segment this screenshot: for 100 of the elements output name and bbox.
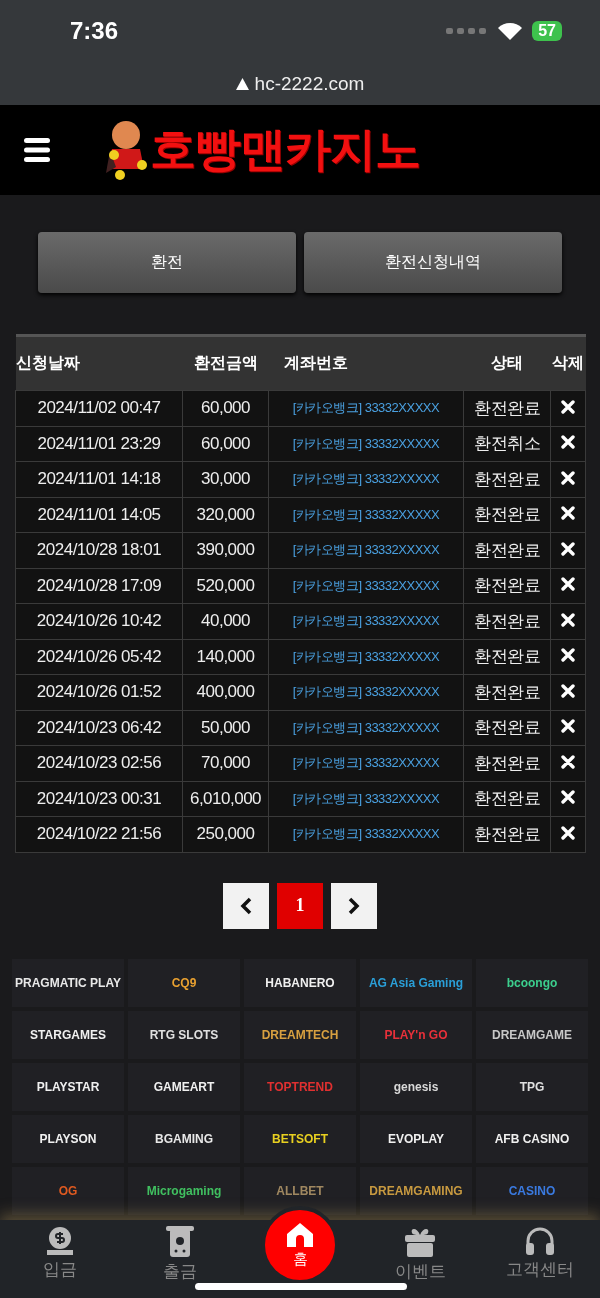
provider-logo[interactable]: HABANERO xyxy=(244,958,356,1007)
provider-logo[interactable]: ALLBET xyxy=(244,1166,356,1215)
provider-logo[interactable]: EVOPLAY xyxy=(360,1114,472,1163)
amount-cell: 6,010,000 xyxy=(182,781,269,817)
provider-logo[interactable]: DREAMGAME xyxy=(476,1010,588,1059)
account-cell: [카카오뱅크] 33332XXXXX xyxy=(268,816,464,852)
delete-button[interactable] xyxy=(559,433,577,452)
delete-icon xyxy=(561,506,575,521)
nav-item[interactable]: 입금 xyxy=(0,1220,120,1298)
delete-icon xyxy=(561,577,575,592)
amount-cell: 320,000 xyxy=(182,497,269,533)
tab[interactable]: 환전 xyxy=(38,232,296,293)
gift-icon xyxy=(404,1226,436,1258)
delete-button[interactable] xyxy=(559,397,577,416)
nav-item[interactable]: 고객센터 xyxy=(480,1220,600,1298)
account-cell: [카카오뱅크] 33332XXXXX xyxy=(268,532,464,568)
provider-logo[interactable]: TPG xyxy=(476,1062,588,1111)
provider-logo[interactable]: BGAMING xyxy=(128,1114,240,1163)
delete-button[interactable] xyxy=(559,788,577,807)
account-cell: [카카오뱅크] 33332XXXXX xyxy=(268,497,464,533)
provider-logo[interactable]: PLAYSON xyxy=(12,1114,124,1163)
provider-logo[interactable]: PRAGMATIC PLAY xyxy=(12,958,124,1007)
delete-button[interactable] xyxy=(559,610,577,629)
account-cell: [카카오뱅크] 33332XXXXX xyxy=(268,710,464,746)
column-header: 계좌번호 xyxy=(268,335,464,391)
amount-cell: 60,000 xyxy=(182,390,269,426)
date-cell: 2024/11/01 23:29 xyxy=(15,426,183,462)
delete-icon xyxy=(561,683,575,698)
delete-button[interactable] xyxy=(559,752,577,771)
provider-logo[interactable]: GAMEART xyxy=(128,1062,240,1111)
provider-logo[interactable]: bcoongo xyxy=(476,958,588,1007)
date-cell: 2024/10/28 17:09 xyxy=(15,568,183,604)
warning-icon xyxy=(235,77,249,90)
status-cell: 환전완료 xyxy=(463,710,551,746)
menu-icon[interactable] xyxy=(24,138,50,162)
status-cell: 환전취소 xyxy=(463,426,551,462)
status-cell: 환전완료 xyxy=(463,639,551,675)
date-cell: 2024/10/26 10:42 xyxy=(15,603,183,639)
provider-logo[interactable]: TOPTREND xyxy=(244,1062,356,1111)
provider-logo[interactable]: PLAYSTAR xyxy=(12,1062,124,1111)
tab[interactable]: 환전신청내역 xyxy=(304,232,562,293)
provider-logo[interactable]: OG xyxy=(12,1166,124,1215)
previous-page-button[interactable] xyxy=(223,882,269,929)
delete-button[interactable] xyxy=(559,468,577,487)
chevron-right-icon xyxy=(348,896,360,915)
delete-icon xyxy=(561,470,575,485)
provider-logo[interactable]: RTG SLOTS xyxy=(128,1010,240,1059)
delete-button[interactable] xyxy=(559,823,577,842)
column-header: 상태 xyxy=(463,335,551,391)
provider-logo[interactable]: genesis xyxy=(360,1062,472,1111)
delete-button[interactable] xyxy=(559,575,577,594)
delete-button[interactable] xyxy=(559,646,577,665)
url-text[interactable]: hc-2222.com xyxy=(254,72,365,95)
provider-logo[interactable]: STARGAMES xyxy=(12,1010,124,1059)
provider-logo[interactable]: CQ9 xyxy=(128,958,240,1007)
status-cell: 환전완료 xyxy=(463,674,551,710)
page-button[interactable]: 1 xyxy=(277,882,323,929)
provider-logo[interactable]: Microgaming xyxy=(128,1166,240,1215)
amount-cell: 250,000 xyxy=(182,816,269,852)
column-header: 신청날짜 xyxy=(15,335,183,391)
provider-logo[interactable]: BETSOFT xyxy=(244,1114,356,1163)
status-cell: 환전완료 xyxy=(463,532,551,568)
account-cell: [카카오뱅크] 33332XXXXX xyxy=(268,639,464,675)
provider-logo[interactable]: CASINO xyxy=(476,1166,588,1215)
amount-cell: 40,000 xyxy=(182,603,269,639)
column-header: 환전금액 xyxy=(182,335,269,391)
amount-cell: 70,000 xyxy=(182,745,269,781)
delete-icon xyxy=(561,719,575,734)
delete-icon xyxy=(561,648,575,663)
provider-logo[interactable]: PLAY'n GO xyxy=(360,1010,472,1059)
next-page-button[interactable] xyxy=(331,882,377,929)
date-cell: 2024/10/23 00:31 xyxy=(15,781,183,817)
account-cell: [카카오뱅크] 33332XXXXX xyxy=(268,461,464,497)
delete-button[interactable] xyxy=(559,717,577,736)
provider-logo[interactable]: AG Asia Gaming xyxy=(360,958,472,1007)
status-cell: 환전완료 xyxy=(463,781,551,817)
provider-logo[interactable]: AFB CASINO xyxy=(476,1114,588,1163)
home-icon xyxy=(286,1221,314,1248)
date-cell: 2024/11/01 14:18 xyxy=(15,461,183,497)
account-cell: [카카오뱅크] 33332XXXXX xyxy=(268,603,464,639)
delete-button[interactable] xyxy=(559,504,577,523)
delete-button[interactable] xyxy=(559,539,577,558)
account-cell: [카카오뱅크] 33332XXXXX xyxy=(268,745,464,781)
account-cell: [카카오뱅크] 33332XXXXX xyxy=(268,781,464,817)
delete-button[interactable] xyxy=(559,681,577,700)
amount-cell: 30,000 xyxy=(182,461,269,497)
account-cell: [카카오뱅크] 33332XXXXX xyxy=(268,674,464,710)
date-cell: 2024/11/02 00:47 xyxy=(15,390,183,426)
amount-cell: 140,000 xyxy=(182,639,269,675)
provider-logo[interactable]: DREAMTECH xyxy=(244,1010,356,1059)
delete-icon xyxy=(561,754,575,769)
nav-item[interactable]: 이벤트 xyxy=(360,1220,480,1298)
date-cell: 2024/10/26 05:42 xyxy=(15,639,183,675)
account-cell: [카카오뱅크] 33332XXXXX xyxy=(268,426,464,462)
amount-cell: 60,000 xyxy=(182,426,269,462)
clock-time: 7:36 xyxy=(70,17,119,45)
date-cell: 2024/10/28 18:01 xyxy=(15,532,183,568)
account-cell: [카카오뱅크] 33332XXXXX xyxy=(268,390,464,426)
date-cell: 2024/10/23 06:42 xyxy=(15,710,183,746)
provider-logo[interactable]: DREAMGAMING xyxy=(360,1166,472,1215)
